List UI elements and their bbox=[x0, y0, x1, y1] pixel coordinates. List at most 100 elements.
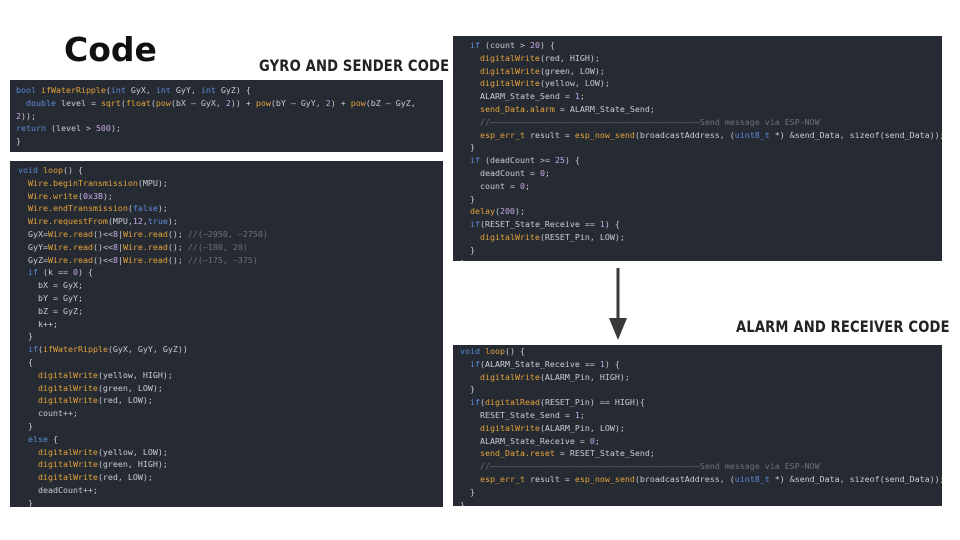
code-token: digitalRead bbox=[485, 397, 540, 408]
code-line: bX = GyX; bbox=[18, 279, 443, 292]
code-token: digitalWrite bbox=[479, 422, 540, 433]
code-token: digitalWrite bbox=[37, 459, 98, 470]
code-token: bX = GyX; bbox=[18, 280, 83, 291]
code-line: } bbox=[460, 141, 942, 154]
code-token: int bbox=[155, 85, 176, 95]
code-line: GyX=Wire.read()<<8|Wire.read(); //(–2950… bbox=[18, 228, 443, 241]
code-block-sender-loop: void loop() { Wire.beginTransmission(MPU… bbox=[18, 164, 443, 507]
code-token: 12 bbox=[132, 216, 143, 227]
code-token: )); bbox=[21, 110, 36, 121]
code-line: delay(200); bbox=[460, 205, 942, 218]
code-token: ; bbox=[524, 180, 530, 191]
code-line: GyZ=Wire.read()<<8|Wire.read(); //(–175,… bbox=[18, 254, 443, 267]
code-token: (yellow, LOW); bbox=[97, 446, 168, 457]
code-token: send_Data.alarm bbox=[479, 103, 555, 114]
code-token: } bbox=[460, 499, 465, 506]
code-token: ); bbox=[167, 216, 178, 227]
code-line: deadCount = 0; bbox=[460, 167, 942, 180]
code-line: return (level > 500); bbox=[16, 122, 443, 135]
code-line: //––––––––––––––––––––––––––––––––––––––… bbox=[460, 116, 942, 129]
code-token: 0x3B bbox=[82, 190, 103, 201]
code-line: } bbox=[16, 135, 443, 148]
code-line: deadCount++; bbox=[18, 484, 443, 497]
code-token: count++; bbox=[18, 408, 78, 419]
code-line: Wire.requestFrom(MPU,12,true); bbox=[18, 215, 443, 228]
code-token: digitalWrite bbox=[479, 231, 540, 242]
code-token: digitalWrite bbox=[479, 371, 540, 382]
code-token: uint8_t bbox=[734, 473, 770, 484]
code-token: (GyX, GyY, GyZ)) bbox=[107, 344, 188, 355]
code-token: (ALARM_Pin, LOW); bbox=[539, 422, 625, 433]
code-token: ) { bbox=[564, 155, 580, 166]
code-token: (yellow, HIGH); bbox=[97, 369, 173, 380]
code-token: k++; bbox=[18, 318, 58, 329]
code-token: } bbox=[18, 497, 33, 507]
code-panel-sender-alarm: if (count > 20) { digitalWrite (red, HIGH… bbox=[453, 36, 942, 261]
code-token: GyX= bbox=[18, 228, 48, 239]
code-token: GyZ= bbox=[18, 254, 48, 265]
code-token: digitalWrite bbox=[37, 472, 98, 483]
code-token: ) { bbox=[539, 40, 555, 50]
code-token: esp_err_t bbox=[479, 473, 525, 484]
code-token: ()<< bbox=[92, 228, 113, 239]
code-token: *) &send_Data, sizeof(send_Data)); bbox=[769, 129, 942, 140]
code-line: bY = GyY; bbox=[18, 292, 443, 305]
code-token: ifWaterRipple bbox=[43, 344, 108, 355]
code-token: else bbox=[28, 433, 53, 444]
code-line: digitalWrite(ALARM_Pin, HIGH); bbox=[460, 371, 942, 384]
code-token: (k == bbox=[43, 267, 73, 278]
code-token: if bbox=[470, 155, 485, 166]
code-line: if(RESET_State_Receive == 1) { bbox=[460, 218, 942, 231]
code-token: Wire.read bbox=[122, 241, 168, 252]
code-token: 20 bbox=[529, 40, 540, 50]
code-token: )) + bbox=[230, 97, 256, 108]
code-line: 2)); bbox=[16, 110, 443, 123]
code-line: send_Data.alarm = ALARM_State_Send; bbox=[460, 103, 942, 116]
code-token: if bbox=[470, 358, 480, 369]
code-token: bool bbox=[16, 85, 41, 95]
code-token: result = bbox=[524, 473, 575, 484]
code-line: digitalWrite(yellow, LOW); bbox=[18, 446, 443, 459]
code-token: int bbox=[200, 85, 221, 95]
code-line: } bbox=[18, 330, 443, 343]
code-token: digitalWrite bbox=[37, 446, 98, 457]
code-token: double bbox=[26, 97, 61, 108]
code-token: (); bbox=[167, 228, 188, 239]
code-token: ifWaterRipple bbox=[40, 85, 106, 95]
code-token: GyX, bbox=[130, 85, 156, 95]
code-token: digitalWrite bbox=[479, 78, 540, 89]
code-token: bY = GyY; bbox=[18, 292, 83, 303]
code-token: *) &send_Data, sizeof(send_Data)); bbox=[769, 473, 942, 484]
code-token: digitalWrite bbox=[37, 395, 98, 406]
code-token: ) { bbox=[604, 358, 620, 369]
code-token: digitalWrite bbox=[37, 382, 98, 393]
code-token: (bX – GyX, bbox=[170, 97, 226, 108]
code-token: (red, LOW); bbox=[97, 395, 153, 406]
code-token: (red, HIGH); bbox=[539, 52, 600, 63]
code-token: pow bbox=[155, 97, 171, 108]
code-line: digitalWrite(yellow, LOW); bbox=[460, 77, 942, 90]
code-token: //(–175, –375) bbox=[187, 254, 258, 265]
code-token: } bbox=[460, 258, 465, 261]
code-token: = ALARM_State_Send; bbox=[554, 103, 655, 114]
code-line: esp_err_t result = esp_now_send(broadcas… bbox=[460, 473, 942, 486]
code-token: ; bbox=[594, 435, 600, 446]
code-token: loop bbox=[484, 346, 505, 356]
code-line: k++; bbox=[18, 318, 443, 331]
code-token: ()<< bbox=[92, 254, 113, 265]
code-line: digitalWrite(red, LOW); bbox=[18, 471, 443, 484]
code-line: if(digitalRead(RESET_Pin) == HIGH){ bbox=[460, 396, 942, 409]
code-line: digitalWrite(green, LOW); bbox=[18, 382, 443, 395]
code-line: } bbox=[460, 257, 942, 261]
code-line: { bbox=[18, 356, 443, 369]
code-line: bZ = GyZ; bbox=[18, 305, 443, 318]
code-line: if (count > 20) { bbox=[460, 39, 942, 52]
